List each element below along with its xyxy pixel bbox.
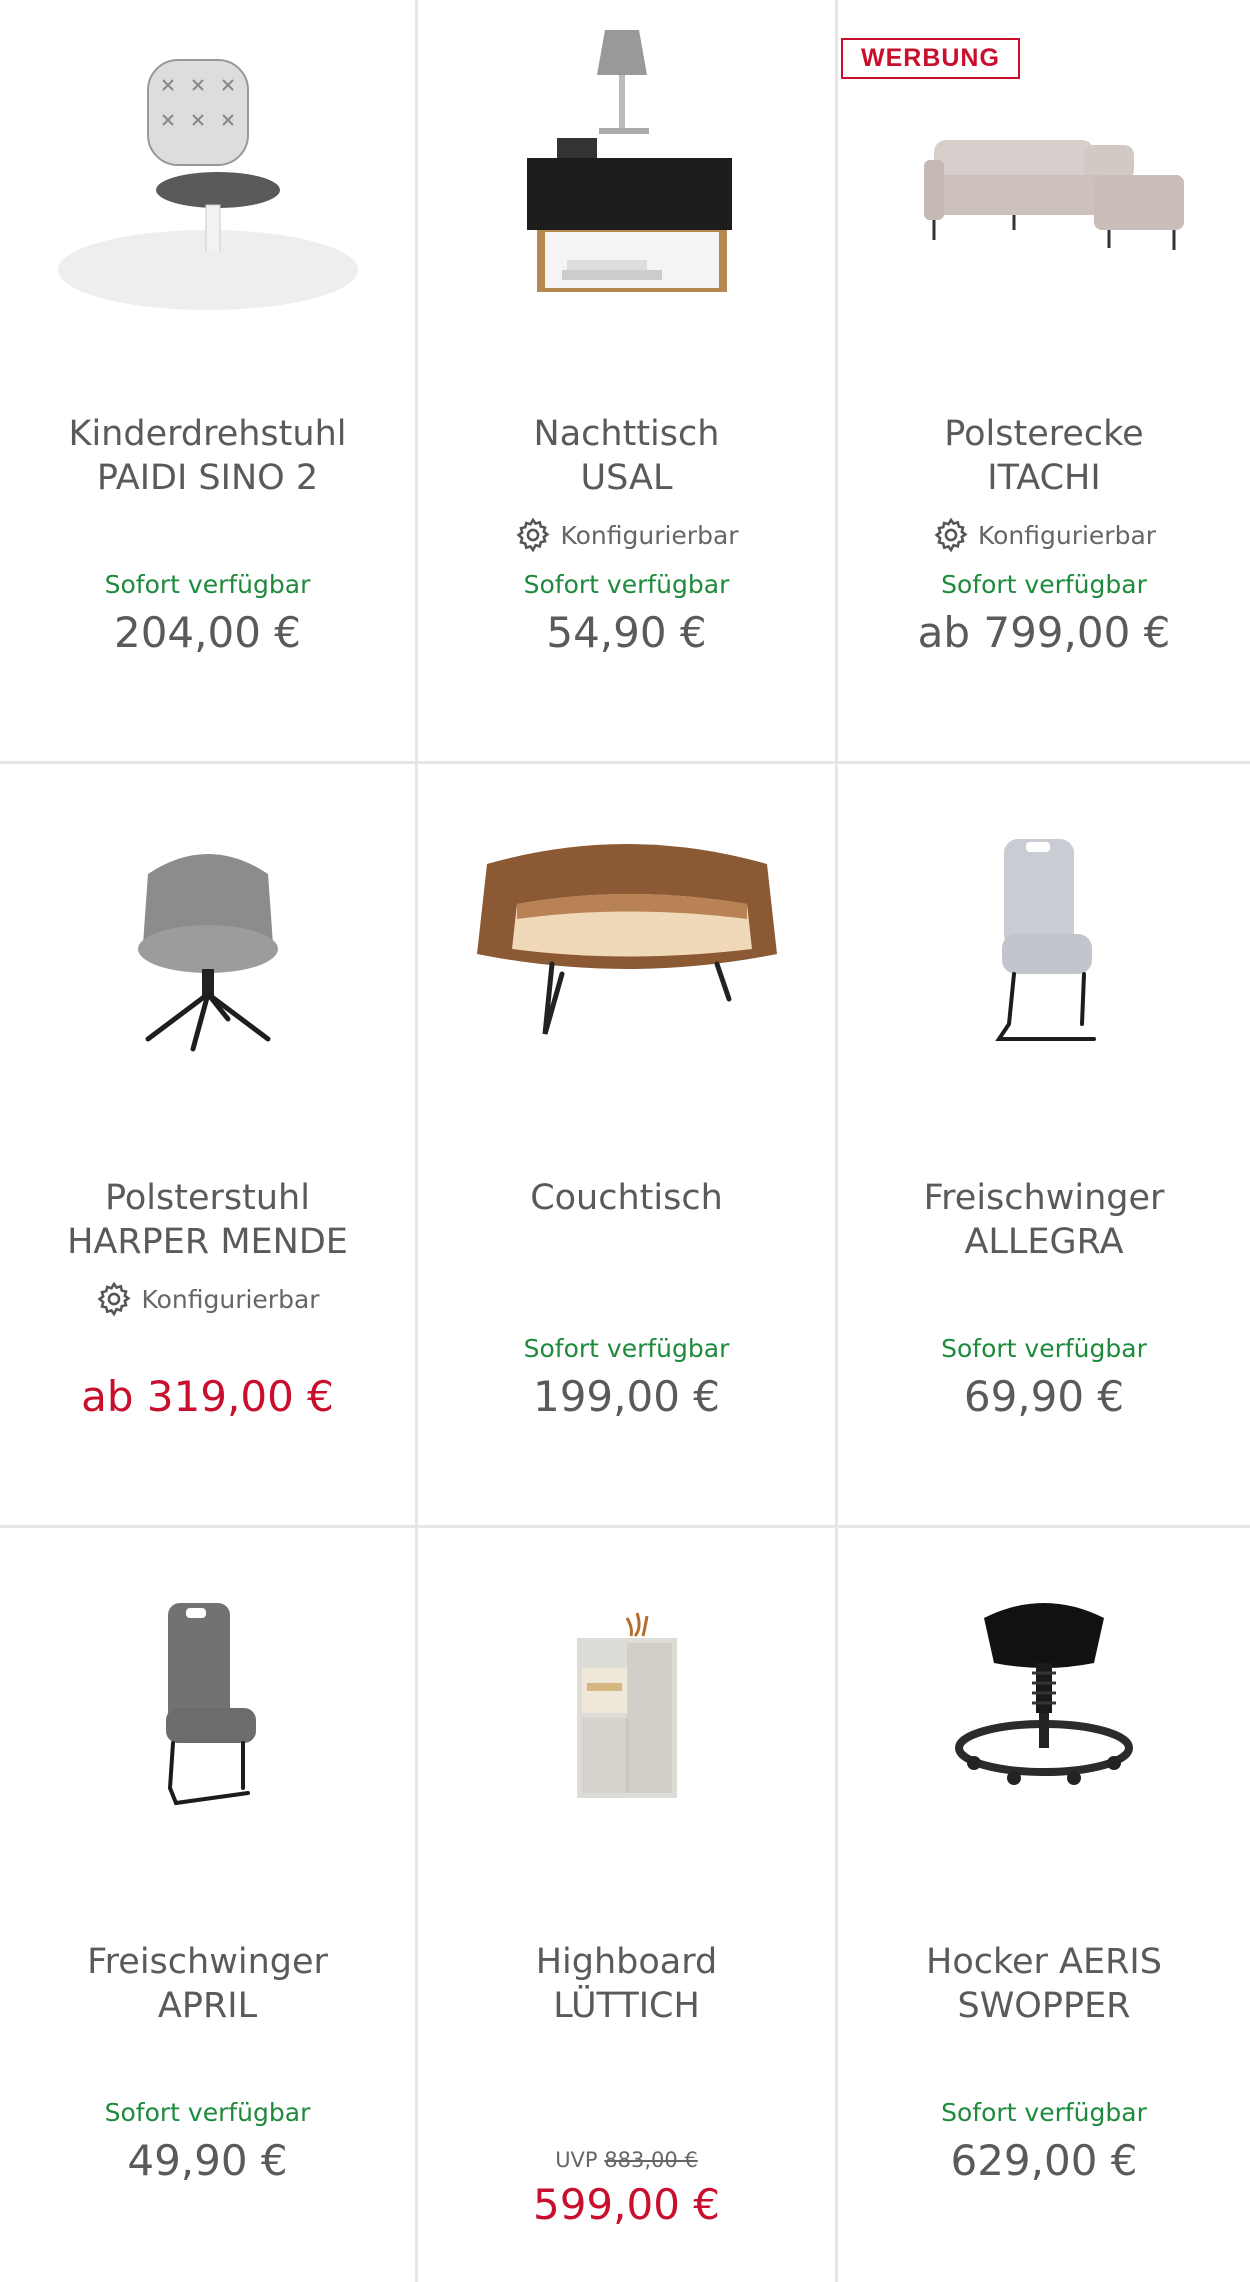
availability-label: Sofort verfügbar xyxy=(941,570,1147,599)
product-card[interactable]: Kinderdrehstuhl PAIDI SINO 2 Sofort verf… xyxy=(0,0,418,764)
gear-icon xyxy=(97,1281,132,1317)
cantilever-chair-light-image[interactable] xyxy=(838,784,1250,1104)
price-label: 49,90 € xyxy=(127,2136,288,2185)
product-title[interactable]: Polsterecke ITACHI xyxy=(848,412,1240,500)
product-card[interactable]: Nachttisch USAL Konfigurierbar Sofort ve… xyxy=(418,0,838,764)
configurable-label: Konfigurierbar xyxy=(141,1284,320,1314)
availability-label: Sofort verfügbar xyxy=(941,1334,1147,1363)
configurable-label: Konfigurierbar xyxy=(560,520,739,550)
product-title[interactable]: Polsterstuhl HARPER MENDE xyxy=(10,1176,405,1264)
product-card[interactable]: Hocker AERIS SWOPPER Sofort verfügbar 62… xyxy=(838,1528,1250,2282)
highboard-cabinet-image[interactable] xyxy=(418,1548,835,1868)
product-title-line2[interactable]: APRIL xyxy=(10,1984,405,2028)
product-card[interactable]: Freischwinger ALLEGRA Sofort verfügbar 6… xyxy=(838,764,1250,1528)
ergonomic-stool-image[interactable] xyxy=(838,1548,1250,1868)
product-title[interactable]: Nachttisch USAL xyxy=(428,412,825,500)
price-label: ab 799,00 € xyxy=(917,608,1171,657)
product-title-line2[interactable]: SWOPPER xyxy=(848,1984,1240,2028)
availability-label: Sofort verfügbar xyxy=(941,2098,1147,2127)
product-title-line1[interactable]: Polsterstuhl xyxy=(10,1176,405,1220)
price-label: 69,90 € xyxy=(963,1372,1125,1421)
product-title[interactable]: Hocker AERIS SWOPPER xyxy=(848,1940,1240,2028)
uvp-price: UVP 883,00 € xyxy=(418,2148,835,2172)
advertising-badge: WERBUNG xyxy=(841,38,1020,79)
configurable-hint: Konfigurierbar xyxy=(838,516,1250,554)
product-title[interactable]: Kinderdrehstuhl PAIDI SINO 2 xyxy=(10,412,405,500)
product-card[interactable]: Highboard LÜTTICH UVP 883,00 € 599,00 € xyxy=(418,1528,838,2282)
product-title[interactable]: Highboard LÜTTICH xyxy=(428,1940,825,2028)
configurable-label: Konfigurierbar xyxy=(977,520,1157,550)
product-title-line2[interactable]: ITACHI xyxy=(848,456,1240,500)
product-title[interactable]: Couchtisch xyxy=(428,1176,825,1220)
uvp-value: 883,00 € xyxy=(604,2148,698,2172)
wooden-coffee-table-image[interactable] xyxy=(418,784,835,1104)
product-title-line2[interactable]: USAL xyxy=(428,456,825,500)
price-label: 199,00 € xyxy=(532,1372,721,1421)
product-card[interactable]: Freischwinger APRIL Sofort verfügbar 49,… xyxy=(0,1528,418,2282)
product-title-line1[interactable]: Couchtisch xyxy=(428,1176,825,1220)
product-title-line1[interactable]: Freischwinger xyxy=(848,1176,1240,1220)
product-title-line1[interactable]: Hocker AERIS xyxy=(848,1940,1240,1984)
gear-icon xyxy=(516,517,551,553)
nightstand-with-lamp-image[interactable] xyxy=(418,20,835,340)
product-card[interactable]: WERBUNG Polsterecke ITACHI Konfigurierba… xyxy=(838,0,1250,764)
configurable-hint: Konfigurierbar xyxy=(0,1280,415,1318)
price-label: ab 319,00 € xyxy=(81,1372,334,1421)
price-label: 204,00 € xyxy=(113,608,302,657)
availability-label: Sofort verfügbar xyxy=(104,2098,311,2127)
price-label: 629,00 € xyxy=(950,2136,1138,2185)
cantilever-chair-dark-image[interactable] xyxy=(0,1548,415,1868)
uvp-label: UVP xyxy=(555,2148,598,2172)
product-grid: Kinderdrehstuhl PAIDI SINO 2 Sofort verf… xyxy=(0,0,1250,2282)
product-title-line2[interactable]: ALLEGRA xyxy=(848,1220,1240,1264)
kids-office-chair-image[interactable] xyxy=(0,20,415,340)
product-title[interactable]: Freischwinger ALLEGRA xyxy=(848,1176,1240,1264)
product-title-line1[interactable]: Nachttisch xyxy=(428,412,825,456)
configurable-hint: Konfigurierbar xyxy=(418,516,835,554)
price-label: 54,90 € xyxy=(546,608,707,657)
product-card[interactable]: Polsterstuhl HARPER MENDE Konfigurierbar… xyxy=(0,764,418,1528)
product-title-line1[interactable]: Polsterecke xyxy=(848,412,1240,456)
availability-label: Sofort verfügbar xyxy=(523,1334,730,1363)
product-title-line2[interactable]: PAIDI SINO 2 xyxy=(10,456,405,500)
product-title[interactable]: Freischwinger APRIL xyxy=(10,1940,405,2028)
product-title-line1[interactable]: Kinderdrehstuhl xyxy=(10,412,405,456)
gear-icon xyxy=(934,517,968,553)
product-card[interactable]: Couchtisch Sofort verfügbar 199,00 € xyxy=(418,764,838,1528)
product-title-line2[interactable]: HARPER MENDE xyxy=(10,1220,405,1264)
product-title-line1[interactable]: Freischwinger xyxy=(10,1940,405,1984)
price-label: 599,00 € xyxy=(532,2180,721,2229)
availability-label: Sofort verfügbar xyxy=(104,570,311,599)
product-title-line1[interactable]: Highboard xyxy=(428,1940,825,1984)
availability-label: Sofort verfügbar xyxy=(523,570,730,599)
product-title-line2[interactable]: LÜTTICH xyxy=(428,1984,825,2028)
upholstered-swivel-chair-image[interactable] xyxy=(0,784,415,1104)
